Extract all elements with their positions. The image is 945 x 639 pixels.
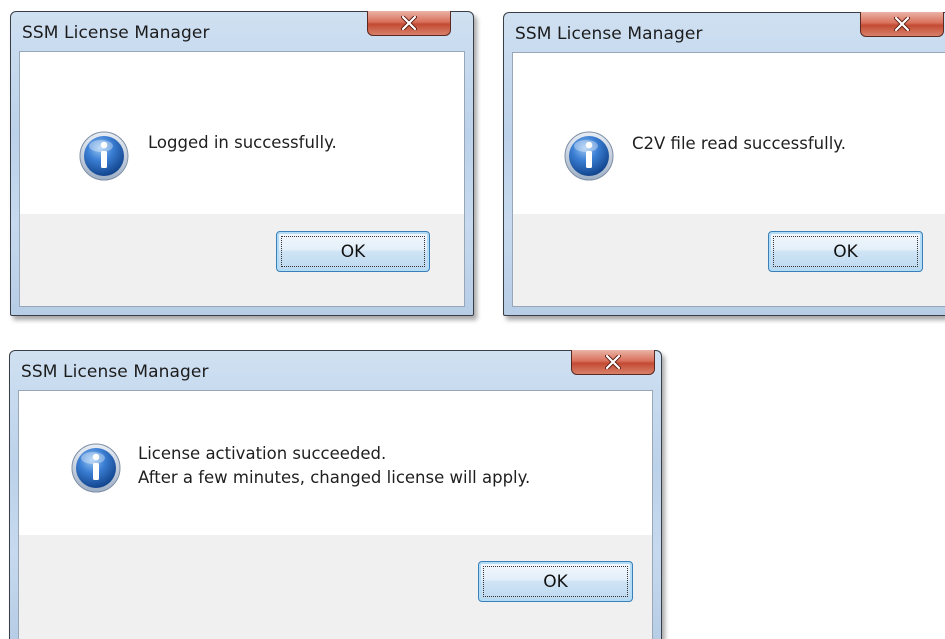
dialog-message: Logged in successfully. (148, 131, 337, 154)
ok-button-label: OK (543, 571, 568, 592)
dialog-body: License activation succeeded. After a fe… (18, 390, 653, 639)
message-line: C2V file read successfully. (632, 134, 846, 153)
ok-button-label: OK (833, 241, 858, 262)
dialog-footer: OK (19, 535, 652, 639)
close-icon (605, 355, 621, 369)
info-icon (79, 131, 129, 181)
close-icon (401, 16, 417, 30)
dialog-title: SSM License Manager (515, 24, 703, 44)
ok-button[interactable]: OK (768, 231, 923, 272)
info-icon (71, 443, 121, 493)
dialog-body: Logged in successfully. OK (19, 51, 465, 307)
dialog-license-activation: SSM License Manager License activation s… (9, 350, 662, 639)
close-button[interactable] (571, 350, 655, 375)
dialog-footer: OK (513, 214, 945, 306)
message-line: After a few minutes, changed license wil… (138, 468, 531, 487)
ok-button-label: OK (340, 241, 366, 262)
dialog-title: SSM License Manager (21, 362, 209, 382)
dialog-message: C2V file read successfully. (632, 132, 846, 155)
dialog-footer: OK (20, 214, 464, 306)
close-button[interactable] (367, 11, 451, 36)
close-button[interactable] (860, 12, 944, 37)
ok-button[interactable]: OK (276, 231, 430, 272)
message-line: License activation succeeded. (138, 444, 387, 463)
dialog-title: SSM License Manager (22, 23, 210, 43)
title-bar[interactable]: SSM License Manager (10, 351, 661, 390)
dialog-logged-in: SSM License Manager Logged in successful… (10, 11, 474, 316)
ok-button[interactable]: OK (478, 561, 633, 602)
dialog-message: License activation succeeded. After a fe… (138, 442, 530, 490)
dialog-body: C2V file read successfully. OK (512, 52, 945, 307)
message-line: Logged in successfully. (148, 133, 337, 152)
close-icon (894, 17, 910, 31)
dialog-c2v-read: SSM License Manager C2V file read succes… (503, 12, 945, 316)
info-icon (564, 131, 614, 181)
